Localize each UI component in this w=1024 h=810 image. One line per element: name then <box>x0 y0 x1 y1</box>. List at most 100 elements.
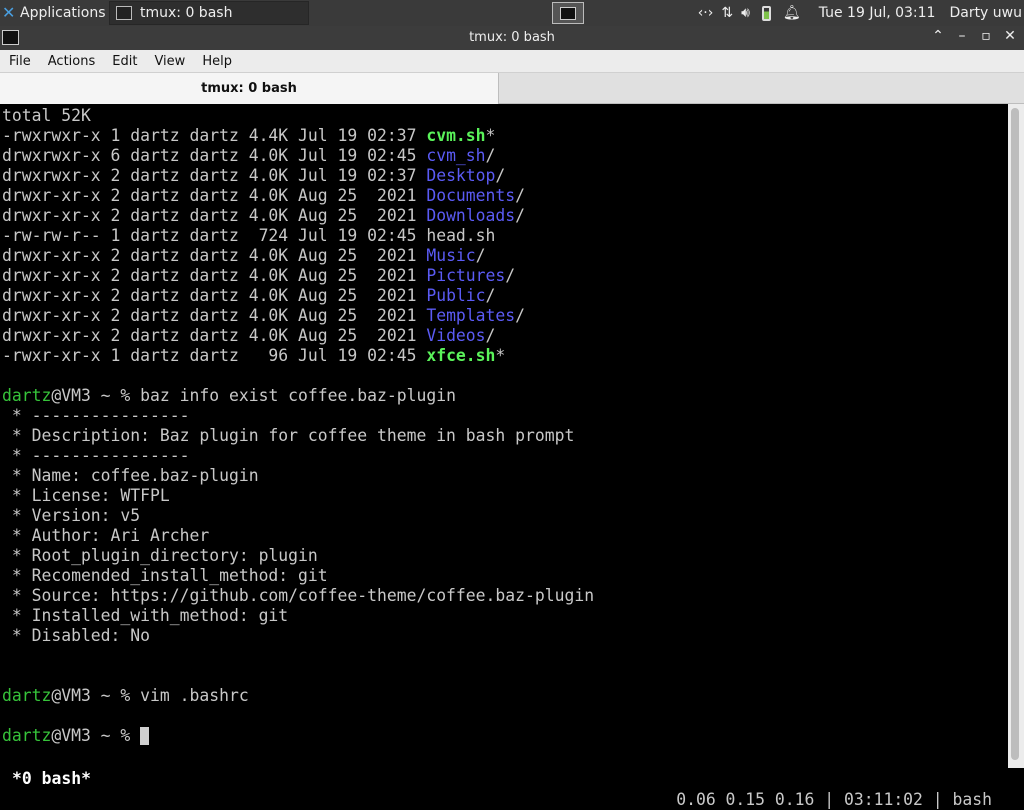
listing-row: drwxr-xr-x 2 dartz dartz 4.0K Aug 25 202… <box>2 266 515 286</box>
terminal-window-icon <box>560 6 576 20</box>
plugin-info-text: * Description: Baz plugin for coffee the… <box>2 426 575 445</box>
menu-help[interactable]: Help <box>193 54 240 69</box>
plugin-info-line: * ---------------- <box>2 406 190 426</box>
listing-row: drwxr-xr-x 2 dartz dartz 4.0K Aug 25 202… <box>2 186 525 206</box>
window-title: tmux: 0 bash <box>469 30 555 45</box>
listing-row: drwxr-xr-x 2 dartz dartz 4.0K Aug 25 202… <box>2 206 525 226</box>
file-meta: -rwxr-xr-x 1 dartz dartz 96 Jul 19 02:45 <box>2 346 427 365</box>
file-meta: drwxr-xr-x 2 dartz dartz 4.0K Aug 25 202… <box>2 266 427 285</box>
file-suffix: / <box>495 166 506 185</box>
file-name: Music <box>426 246 476 265</box>
file-suffix: * <box>495 346 506 365</box>
listing-row: drwxrwxr-x 6 dartz dartz 4.0K Jul 19 02:… <box>2 146 495 166</box>
menu-edit[interactable]: Edit <box>103 54 145 69</box>
listing-row: drwxrwxr-x 2 dartz dartz 4.0K Jul 19 02:… <box>2 166 505 186</box>
menu-actions[interactable]: Actions <box>39 54 104 69</box>
plugin-info-line: * Version: v5 <box>2 506 140 526</box>
listing-row: -rwxr-xr-x 1 dartz dartz 96 Jul 19 02:45… <box>2 346 505 366</box>
file-suffix: * <box>485 126 496 145</box>
volume-icon[interactable]: 🔊︎ <box>741 5 750 21</box>
file-name: Documents <box>426 186 516 205</box>
plugin-info-text: * Source: https://github.com/coffee-them… <box>2 586 595 605</box>
file-suffix: / <box>505 266 516 285</box>
tab-bar: tmux: 0 bash <box>0 73 1024 104</box>
listing-total: total 52K <box>2 106 91 126</box>
command-text: baz info exist coffee.baz-plugin <box>140 386 456 405</box>
plugin-info-line: * License: WTFPL <box>2 486 170 506</box>
file-name: Templates <box>426 306 516 325</box>
window-titlebar[interactable]: tmux: 0 bash ⌃ – ▫ ✕ <box>0 26 1024 50</box>
plugin-info-line: * Disabled: No <box>2 626 150 646</box>
plugin-info-text: * Root_plugin_directory: plugin <box>2 546 318 565</box>
prompt-user: dartz <box>2 386 52 405</box>
file-meta: drwxr-xr-x 2 dartz dartz 4.0K Aug 25 202… <box>2 306 427 325</box>
file-name: Desktop <box>426 166 496 185</box>
plugin-info-text: * Author: Ari Archer <box>2 526 210 545</box>
prompt-user: dartz <box>2 686 52 705</box>
taskbar-button-terminal[interactable]: tmux: 0 bash <box>109 1 309 25</box>
prompt-line-current: dartz@VM3 ~ % <box>2 726 150 746</box>
total-text: total 52K <box>2 106 91 125</box>
listing-row: -rw-rw-r-- 1 dartz dartz 724 Jul 19 02:4… <box>2 226 495 246</box>
file-name: Pictures <box>426 266 506 285</box>
plugin-info-line: * Description: Baz plugin for coffee the… <box>2 426 574 446</box>
menu-file[interactable]: File <box>0 54 39 69</box>
minimize-icon[interactable]: – <box>954 28 970 44</box>
clock[interactable]: Tue 19 Jul, 03:11 <box>819 5 936 21</box>
file-suffix: / <box>485 146 496 165</box>
plugin-info-line: * Root_plugin_directory: plugin <box>2 546 318 566</box>
network-icon[interactable]: ‹·› <box>698 5 714 21</box>
plugin-info-line: * Recomended_install_method: git <box>2 566 328 586</box>
file-name: head.sh <box>426 226 496 245</box>
battery-icon[interactable] <box>761 5 771 21</box>
transfer-icon[interactable]: ⇅ <box>721 5 733 21</box>
file-suffix: / <box>485 326 496 345</box>
tmux-status-right: 0.06 0.15 0.16 | 03:11:02 | bash <box>676 790 992 809</box>
applications-label: Applications <box>20 5 106 21</box>
notification-bell-icon[interactable]: 🔔︎ <box>783 5 801 21</box>
top-panel: ✕ Applications tmux: 0 bash ‹·› ⇅ 🔊︎ 🔔︎ … <box>0 0 1024 26</box>
plugin-info-text: * Name: coffee.baz-plugin <box>2 466 259 485</box>
plugin-info-text: * Version: v5 <box>2 506 141 525</box>
file-name: cvm_sh <box>426 146 486 165</box>
system-tray: ‹·› ⇅ 🔊︎ 🔔︎ Tue 19 Jul, 03:11 Darty uwu <box>694 0 1024 26</box>
file-meta: drwxr-xr-x 2 dartz dartz 4.0K Aug 25 202… <box>2 206 427 225</box>
command-text: vim .bashrc <box>140 686 249 705</box>
prompt-host: @VM3 ~ % <box>51 386 141 405</box>
plugin-info-line: * Name: coffee.baz-plugin <box>2 466 259 486</box>
prompt-line: dartz@VM3 ~ % vim .bashrc <box>2 686 249 706</box>
file-meta: drwxrwxr-x 2 dartz dartz 4.0K Jul 19 02:… <box>2 166 427 185</box>
close-icon[interactable]: ✕ <box>1002 28 1018 44</box>
file-name: Downloads <box>426 206 516 225</box>
file-suffix: / <box>515 186 526 205</box>
plugin-info-line: * ---------------- <box>2 446 190 466</box>
listing-row: drwxr-xr-x 2 dartz dartz 4.0K Aug 25 202… <box>2 286 495 306</box>
file-suffix: / <box>475 246 486 265</box>
menu-view[interactable]: View <box>145 54 193 69</box>
applications-menu[interactable]: ✕ Applications <box>0 0 106 26</box>
scrollbar-thumb[interactable] <box>1011 108 1019 760</box>
taskbar-label: tmux: 0 bash <box>140 5 233 21</box>
prompt-line: dartz@VM3 ~ % baz info exist coffee.baz-… <box>2 386 456 406</box>
file-meta: -rw-rw-r-- 1 dartz dartz 724 Jul 19 02:4… <box>2 226 427 245</box>
plugin-info-text: * Installed_with_method: git <box>2 606 289 625</box>
tab-tmux[interactable]: tmux: 0 bash <box>0 73 499 104</box>
plugin-info-line: * Source: https://github.com/coffee-them… <box>2 586 594 606</box>
user-menu[interactable]: Darty uwu <box>949 5 1022 21</box>
workspace-switcher[interactable] <box>552 2 584 24</box>
prompt-user: dartz <box>2 726 52 745</box>
file-suffix: / <box>515 306 526 325</box>
maximize-up-icon[interactable]: ⌃ <box>930 28 946 44</box>
maximize-icon[interactable]: ▫ <box>978 28 994 44</box>
scrollbar[interactable] <box>1008 104 1024 768</box>
file-meta: drwxr-xr-x 2 dartz dartz 4.0K Aug 25 202… <box>2 186 427 205</box>
plugin-info-text: * ---------------- <box>2 446 190 465</box>
tmux-window-list[interactable]: *0 bash* <box>12 768 91 789</box>
file-meta: -rwxrwxr-x 1 dartz dartz 4.4K Jul 19 02:… <box>2 126 427 145</box>
listing-row: drwxr-xr-x 2 dartz dartz 4.0K Aug 25 202… <box>2 326 495 346</box>
listing-row: drwxr-xr-x 2 dartz dartz 4.0K Aug 25 202… <box>2 306 525 326</box>
file-name: cvm.sh <box>426 126 486 145</box>
terminal-output[interactable]: total 52K -rwxrwxr-x 1 dartz dartz 4.4K J… <box>0 104 1008 768</box>
file-name: xfce.sh <box>426 346 496 365</box>
file-meta: drwxrwxr-x 6 dartz dartz 4.0K Jul 19 02:… <box>2 146 427 165</box>
